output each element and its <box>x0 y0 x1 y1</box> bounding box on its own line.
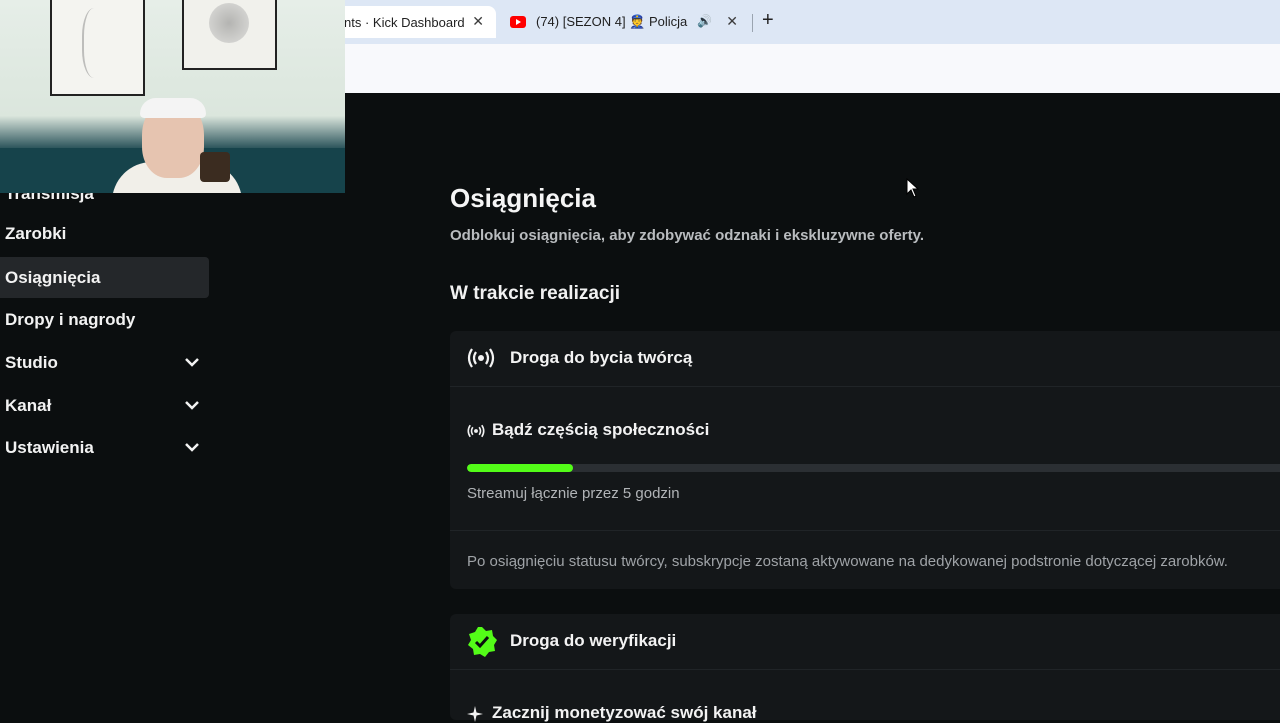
close-tab-icon[interactable]: ✕ <box>726 13 738 30</box>
sidebar-item-label: Studio <box>5 352 58 372</box>
tab-title: (74) [SEZON 4] 👮 Policjanc <box>536 14 688 29</box>
new-tab-button[interactable]: + <box>762 10 774 30</box>
sidebar-item-dropy[interactable]: Dropy i nagrody <box>0 299 209 340</box>
card-title: Droga do bycia twórcą <box>510 348 693 367</box>
page-subtitle: Odblokuj osiągnięcia, aby zdobywać odzna… <box>450 227 925 244</box>
achievement-description: Streamuj łącznie przez 5 godzin <box>467 485 680 502</box>
sidebar-item-label: Zarobki <box>5 223 67 243</box>
sidebar-item-label: Ustawienia <box>5 437 94 457</box>
achievement-card-creator: Droga do bycia twórcą Bądź częścią społe… <box>450 331 1280 589</box>
sidebar-item-kanal[interactable]: Kanał <box>0 385 209 426</box>
broadcast-icon <box>467 348 495 368</box>
card-header[interactable]: Droga do bycia twórcą <box>450 331 1280 387</box>
tab-youtube[interactable]: (74) [SEZON 4] 👮 Policjanc 🔊 ✕ <box>500 6 750 38</box>
chevron-down-icon[interactable] <box>183 396 201 414</box>
achievement-item: Bądź częścią społeczności Streamuj łączn… <box>450 387 1280 531</box>
sidebar-item-label: Osiągnięcia <box>5 267 101 287</box>
sidebar-item-osiagniecia[interactable]: Osiągnięcia <box>0 257 209 298</box>
tab-kick-dashboard[interactable]: nts · Kick Dashboard ✕ <box>330 6 496 38</box>
broadcast-icon <box>467 424 485 438</box>
wall-picture <box>182 0 277 70</box>
achievement-title: Zacznij monetyzować swój kanał <box>492 703 757 722</box>
audio-icon[interactable]: 🔊 <box>697 14 712 28</box>
achievement-progress-bar <box>467 464 1280 472</box>
main-content: Osiągnięcia Odblokuj osiągnięcia, aby zd… <box>450 93 1280 722</box>
sidebar: Transmisja Zarobki Osiągnięcia Dropy i n… <box>0 184 215 720</box>
card-header[interactable]: Droga do weryfikacji <box>450 614 1280 670</box>
card-note: Po osiągnięciu statusu twórcy, subskrypc… <box>467 553 1228 570</box>
section-title: W trakcie realizacji <box>450 283 621 304</box>
close-tab-icon[interactable]: ✕ <box>472 13 484 30</box>
page-title: Osiągnięcia <box>450 183 596 213</box>
mouse-cursor-icon <box>906 178 920 198</box>
card-title: Droga do weryfikacji <box>510 631 677 650</box>
achievement-card-verification: Droga do weryfikacji Zacznij monetyzować… <box>450 614 1280 722</box>
tab-divider <box>752 14 753 32</box>
sidebar-item-ustawienia[interactable]: Ustawienia <box>0 427 209 468</box>
achievement-title: Bądź częścią społeczności <box>492 420 710 439</box>
sidebar-item-label: Kanał <box>5 395 52 415</box>
chevron-down-icon[interactable] <box>183 353 201 371</box>
wall-picture <box>50 0 145 96</box>
tab-title: nts · Kick Dashboard <box>344 14 465 30</box>
verified-badge-icon <box>468 627 497 657</box>
youtube-icon <box>510 16 526 28</box>
streamer <box>112 90 242 193</box>
chevron-down-icon[interactable] <box>183 438 201 456</box>
sidebar-item-label: Dropy i nagrody <box>5 309 136 329</box>
sidebar-item-studio[interactable]: Studio <box>0 342 209 383</box>
sidebar-item-zarobki[interactable]: Zarobki <box>0 213 209 254</box>
webcam-overlay <box>0 0 345 193</box>
progress-fill <box>467 464 573 472</box>
